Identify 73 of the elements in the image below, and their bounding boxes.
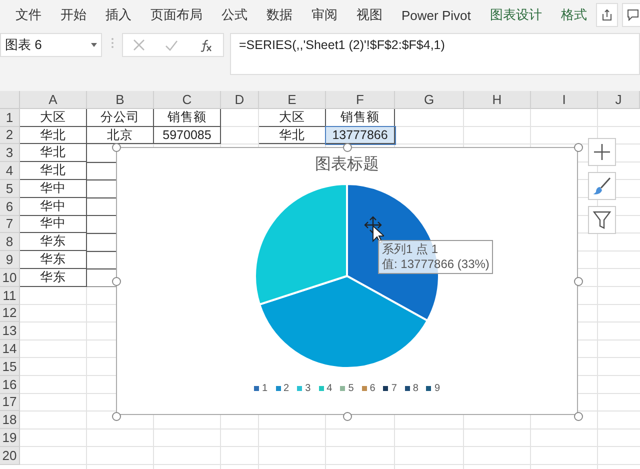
row-header[interactable]: 20 xyxy=(0,446,20,465)
ribbon-tab[interactable]: 数据 xyxy=(257,6,302,24)
table-cell[interactable]: 销售额 xyxy=(326,108,395,127)
row-header[interactable]: 17 xyxy=(0,394,20,412)
table-cell[interactable]: 北京 xyxy=(87,126,154,144)
row-header[interactable]: 3 xyxy=(0,144,20,162)
ribbon-tab[interactable]: 文件 xyxy=(6,6,51,24)
ribbon-tab[interactable]: 视图 xyxy=(347,6,392,24)
table-cell[interactable]: 华东 xyxy=(20,233,87,252)
table-cell[interactable]: 华北 xyxy=(20,126,87,144)
ribbon-tab[interactable]: 页面布局 xyxy=(141,6,212,24)
table-cell[interactable]: 5970085 xyxy=(154,126,221,144)
ribbon-tab[interactable]: 开始 xyxy=(51,6,96,24)
column-header[interactable]: B xyxy=(87,91,154,109)
column-header[interactable]: I xyxy=(531,91,598,109)
table-cell[interactable]: 分公司 xyxy=(87,108,154,127)
legend-label: 8 xyxy=(412,383,418,394)
legend-label: 1 xyxy=(262,383,268,394)
row-header[interactable]: 9 xyxy=(0,251,20,269)
legend-label: 4 xyxy=(326,383,332,394)
row-header[interactable]: 15 xyxy=(0,358,20,376)
table-cell[interactable]: 华北 xyxy=(259,126,326,144)
table-cell[interactable]: 大区 xyxy=(259,108,326,127)
column-header[interactable]: C xyxy=(154,91,221,109)
row-header[interactable]: 18 xyxy=(0,411,20,430)
table-cell[interactable]: 销售额 xyxy=(154,108,221,127)
table-cell[interactable]: 华北 xyxy=(20,144,87,162)
formula-field[interactable]: =SERIES(,,'Sheet1 (2)'!$F$2:$F$4,1) xyxy=(230,33,640,75)
table-cell[interactable]: 华东 xyxy=(20,251,87,269)
row-header[interactable]: 2 xyxy=(0,126,20,144)
column-header[interactable]: A xyxy=(20,91,87,109)
tooltip-value-text: 值: 13777866 (33%) xyxy=(382,257,490,272)
row-header[interactable]: 14 xyxy=(0,340,20,358)
ribbon-tab[interactable]: 插入 xyxy=(96,6,141,24)
legend-label: 5 xyxy=(348,383,354,394)
row-header[interactable]: 13 xyxy=(0,322,20,340)
row-header[interactable]: 5 xyxy=(0,180,20,198)
chart-title: 图表标题 xyxy=(315,154,379,175)
legend-label: 7 xyxy=(391,383,397,394)
table-cell[interactable]: 华中 xyxy=(20,216,87,234)
row-header[interactable]: 7 xyxy=(0,216,20,234)
legend-label: 3 xyxy=(305,383,311,394)
tooltip-series-text: 系列1 点 1 xyxy=(382,242,440,257)
column-header[interactable]: G xyxy=(395,91,464,109)
legend-label: 9 xyxy=(434,383,440,394)
column-header[interactable]: D xyxy=(221,91,259,109)
table-cell[interactable]: 华北 xyxy=(20,162,87,180)
table-cell[interactable]: 大区 xyxy=(20,108,87,127)
column-header[interactable]: J xyxy=(598,91,640,109)
row-header[interactable]: 8 xyxy=(0,233,20,252)
table-cell[interactable]: 13777866 xyxy=(326,126,395,144)
ribbon-tab[interactable]: 图表设计 xyxy=(480,6,552,24)
row-header[interactable]: 10 xyxy=(0,268,20,287)
legend-label: 2 xyxy=(284,383,290,394)
table-cell[interactable]: 华中 xyxy=(20,180,87,198)
ribbon-tab[interactable]: 格式 xyxy=(551,6,596,24)
column-header[interactable]: F xyxy=(326,91,395,109)
row-header[interactable]: 6 xyxy=(0,198,20,216)
name-box[interactable]: 图表 6 xyxy=(0,33,102,57)
row-header[interactable]: 19 xyxy=(0,429,20,447)
legend-label: 6 xyxy=(370,383,376,394)
column-header[interactable]: E xyxy=(259,91,326,109)
table-cell[interactable]: 华东 xyxy=(20,268,87,287)
ribbon-tab[interactable]: 公式 xyxy=(212,6,257,24)
row-header[interactable]: 16 xyxy=(0,376,20,394)
ribbon-tab[interactable]: 审阅 xyxy=(302,6,347,24)
row-header[interactable]: 11 xyxy=(0,286,20,305)
ribbon-tab[interactable]: Power Pivot xyxy=(392,8,480,22)
column-header[interactable]: H xyxy=(464,91,531,109)
row-header[interactable]: 4 xyxy=(0,162,20,180)
table-cell[interactable]: 华中 xyxy=(20,198,87,216)
row-header[interactable]: 1 xyxy=(0,108,20,127)
row-header[interactable]: 12 xyxy=(0,304,20,322)
